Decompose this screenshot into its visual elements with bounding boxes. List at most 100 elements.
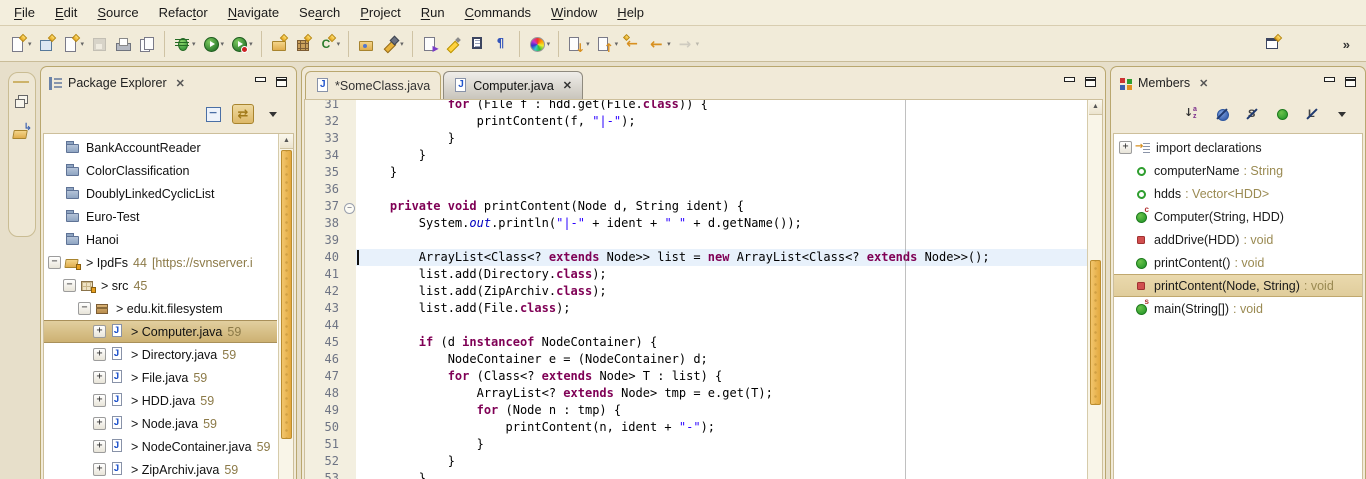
dropdown-arrow-icon[interactable]: ▾ xyxy=(400,40,404,48)
code-line[interactable]: 39 xyxy=(305,232,1087,249)
show-selected-element-button[interactable] xyxy=(467,33,489,55)
tree-item[interactable]: +> NodeContainer.java59 xyxy=(44,435,277,458)
code-line[interactable]: 53 } xyxy=(305,470,1087,479)
code-line[interactable]: 46 NodeContainer e = (NodeContainer) d; xyxy=(305,351,1087,368)
scrollbar-thumb[interactable] xyxy=(1090,260,1101,405)
new-button[interactable]: ▾ xyxy=(7,33,34,55)
tree-item[interactable]: +> Node.java59 xyxy=(44,412,277,435)
scrollbar-thumb[interactable] xyxy=(281,150,292,439)
maximize-icon[interactable] xyxy=(276,77,287,87)
new-file-button[interactable]: ▾ xyxy=(60,33,87,55)
dropdown-arrow-icon[interactable]: ▾ xyxy=(249,40,253,48)
minimize-icon[interactable] xyxy=(1324,77,1335,82)
show-public-button[interactable] xyxy=(1271,104,1293,124)
code-line[interactable]: 33 } xyxy=(305,130,1087,147)
dropdown-arrow-icon[interactable]: ▾ xyxy=(28,40,32,48)
hide-local-types-button[interactable] xyxy=(1301,104,1323,124)
dropdown-arrow-icon[interactable]: ▾ xyxy=(192,40,196,48)
tree-item[interactable]: −> IpdFs44[https://svnserver.i xyxy=(44,251,277,274)
code-line[interactable]: 32 printContent(f, "|-"); xyxy=(305,113,1087,130)
print-button[interactable] xyxy=(112,33,134,55)
tree-item[interactable]: Hanoi xyxy=(44,228,277,251)
open-perspective-button[interactable] xyxy=(1262,33,1284,55)
dropdown-arrow-icon[interactable]: ▾ xyxy=(615,40,619,48)
code-line[interactable]: 35 } xyxy=(305,164,1087,181)
debug-button[interactable]: ▾ xyxy=(171,33,198,55)
expand-icon[interactable]: + xyxy=(93,463,106,476)
tree-item[interactable]: +> Computer.java59 xyxy=(44,320,277,343)
tree-item[interactable]: BankAccountReader xyxy=(44,136,277,159)
tab-members[interactable]: Members ✕ xyxy=(1119,76,1208,90)
member-item[interactable]: addDrive(HDD) : void xyxy=(1114,228,1362,251)
member-item[interactable]: Computer(String, HDD) xyxy=(1114,205,1362,228)
code-line[interactable]: 50 printContent(n, ident + "-"); xyxy=(305,419,1087,436)
code-line[interactable]: 47 for (Class<? extends Node> T : list) … xyxy=(305,368,1087,385)
collapse-icon[interactable]: − xyxy=(78,302,91,315)
expand-icon[interactable]: + xyxy=(93,348,106,361)
open-type-button[interactable] xyxy=(355,33,377,55)
hide-fields-button[interactable] xyxy=(1211,104,1233,124)
drag-handle[interactable] xyxy=(13,78,29,83)
member-item[interactable]: +import declarations xyxy=(1114,136,1362,159)
tree-item[interactable]: −> edu.kit.filesystem xyxy=(44,297,277,320)
dropdown-arrow-icon[interactable]: ▾ xyxy=(81,40,85,48)
tree-item[interactable]: +> Directory.java59 xyxy=(44,343,277,366)
tree-item[interactable]: +> File.java59 xyxy=(44,366,277,389)
run-button[interactable]: ▾ xyxy=(200,33,227,55)
dropdown-arrow-icon[interactable]: ▾ xyxy=(586,40,590,48)
new-project-button[interactable] xyxy=(36,33,58,55)
link-with-editor-button[interactable]: ⇄ xyxy=(232,104,254,124)
view-menu-button[interactable] xyxy=(262,104,284,124)
menu-help[interactable]: Help xyxy=(607,2,654,23)
copy-button[interactable] xyxy=(136,33,158,55)
dropdown-arrow-icon[interactable]: ▾ xyxy=(696,40,700,48)
collapse-icon[interactable]: − xyxy=(63,279,76,292)
search-button[interactable]: ▾ xyxy=(379,33,406,55)
member-item[interactable]: hdds : Vector<HDD> xyxy=(1114,182,1362,205)
tree-item[interactable]: +> HDD.java59 xyxy=(44,389,277,412)
scroll-up-icon[interactable]: ▲ xyxy=(1089,100,1102,115)
tree-item[interactable]: ColorClassification xyxy=(44,159,277,182)
menu-run[interactable]: Run xyxy=(411,2,455,23)
mark-occurrences-button[interactable] xyxy=(443,33,465,55)
sort-button[interactable] xyxy=(1181,104,1203,124)
code-line[interactable]: 38 System.out.println("|-" + ident + " "… xyxy=(305,215,1087,232)
menu-source[interactable]: Source xyxy=(87,2,148,23)
menu-file[interactable]: File xyxy=(4,2,45,23)
expand-icon[interactable]: + xyxy=(93,440,106,453)
expand-icon[interactable]: + xyxy=(93,417,106,430)
menu-project[interactable]: Project xyxy=(350,2,410,23)
code-line[interactable]: 34 } xyxy=(305,147,1087,164)
dropdown-arrow-icon[interactable]: ▾ xyxy=(667,40,671,48)
member-item[interactable]: printContent(Node, String) : void xyxy=(1114,274,1362,297)
code-line[interactable]: 45 if (d instanceof NodeContainer) { xyxy=(305,334,1087,351)
tree-item[interactable]: +> ZipArchiv.java59 xyxy=(44,458,277,479)
scroll-up-icon[interactable]: ▲ xyxy=(280,134,293,149)
code-line[interactable]: 36 xyxy=(305,181,1087,198)
dropdown-arrow-icon[interactable]: ▾ xyxy=(547,40,551,48)
expand-icon[interactable]: + xyxy=(93,394,106,407)
code-line[interactable]: 44 xyxy=(305,317,1087,334)
member-item[interactable]: printContent() : void xyxy=(1114,251,1362,274)
menu-search[interactable]: Search xyxy=(289,2,350,23)
tree-item[interactable]: Euro-Test xyxy=(44,205,277,228)
run-external-button[interactable]: ▾ xyxy=(228,33,255,55)
new-java-project-button[interactable] xyxy=(268,33,290,55)
menu-navigate[interactable]: Navigate xyxy=(218,2,289,23)
dropdown-arrow-icon[interactable]: ▾ xyxy=(337,40,341,48)
new-package-button[interactable] xyxy=(292,33,314,55)
code-line[interactable]: 37− private void printContent(Node d, St… xyxy=(305,198,1087,215)
code-line[interactable]: 52 } xyxy=(305,453,1087,470)
close-icon[interactable]: ✕ xyxy=(563,79,572,92)
dropdown-arrow-icon[interactable]: ▾ xyxy=(221,40,225,48)
code-line[interactable]: 31 for (File f : hdd.get(File.class)) { xyxy=(305,100,1087,113)
view-menu-button[interactable] xyxy=(1331,104,1353,124)
show-whitespace-button[interactable] xyxy=(491,33,513,55)
close-icon[interactable]: ✕ xyxy=(176,77,185,90)
code-line[interactable]: 41 list.add(Directory.class); xyxy=(305,266,1087,283)
tab-package-explorer[interactable]: Package Explorer ✕ xyxy=(49,76,185,90)
tab--someclass-java[interactable]: *SomeClass.java xyxy=(305,71,441,99)
menu-window[interactable]: Window xyxy=(541,2,607,23)
previous-annotation-button[interactable]: ▾ xyxy=(594,33,621,55)
menu-refactor[interactable]: Refactor xyxy=(149,2,218,23)
